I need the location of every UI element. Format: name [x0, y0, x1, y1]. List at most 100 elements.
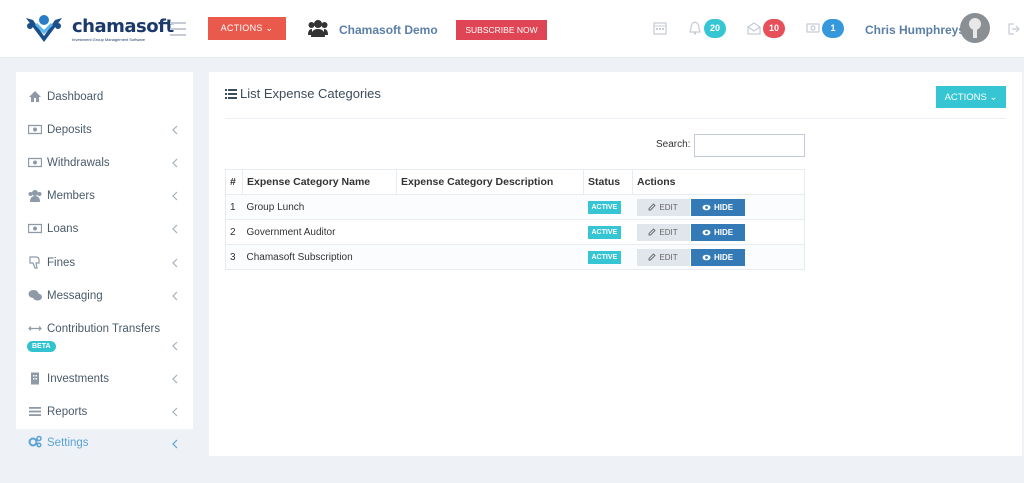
category-name: Group Lunch: [242, 194, 397, 220]
top-navbar: chamasoft Investment Group Management So…: [0, 0, 1024, 58]
chevron-left-icon: [172, 407, 178, 417]
panel-actions-button[interactable]: ACTIONS ⌄: [936, 86, 1006, 108]
edit-label: EDIT: [659, 227, 678, 237]
sidebar-item-label: Contribution Transfers: [47, 323, 161, 335]
eye-icon: [702, 254, 711, 260]
bell-icon[interactable]: [688, 21, 702, 35]
sidebar-item-investments[interactable]: Investments: [16, 363, 193, 396]
sidebar-item-label: Messaging: [47, 290, 103, 302]
table-row: 2 Government Auditor ACTIVE EDIT HIDE: [225, 219, 805, 245]
row-number: 2: [225, 219, 243, 245]
group-name[interactable]: Chamasoft Demo: [339, 23, 438, 37]
sidebar-item-reports[interactable]: Reports: [16, 396, 193, 429]
notifications-badge[interactable]: 20: [704, 19, 727, 38]
table-row: 1 Group Lunch ACTIVE EDIT HIDE: [225, 194, 805, 220]
messages-badge[interactable]: 10: [763, 19, 786, 38]
hide-label: HIDE: [713, 227, 734, 237]
chevron-left-icon: [172, 191, 178, 201]
sidebar-item-deposits[interactable]: Deposits: [16, 114, 193, 147]
chamasoft-logo[interactable]: chamasoft Investment Group Management So…: [22, 12, 174, 46]
logout-icon[interactable]: [1006, 22, 1020, 36]
status-badge: ACTIVE: [587, 250, 622, 264]
hide-label: HIDE: [713, 202, 734, 212]
hide-button[interactable]: HIDE: [690, 198, 745, 216]
sidebar-item-settings[interactable]: Settings: [16, 429, 193, 456]
eye-icon: [702, 204, 711, 210]
sidebar-item-label: Loans: [47, 223, 79, 235]
money-icon[interactable]: [806, 21, 820, 35]
edit-label: EDIT: [659, 202, 678, 212]
chevron-left-icon: [172, 224, 178, 234]
calendar-icon[interactable]: [653, 21, 667, 35]
eye-icon: [702, 229, 711, 235]
search-input[interactable]: [694, 134, 805, 157]
user-name[interactable]: Chris Humphreys: [865, 23, 965, 37]
column-header-description[interactable]: Expense Category Description: [396, 169, 584, 195]
row-number: 3: [225, 244, 243, 270]
pencil-icon: [648, 202, 657, 210]
edit-label: EDIT: [659, 252, 678, 262]
menu-toggle-icon[interactable]: [170, 22, 186, 36]
logo-mark-icon: [26, 15, 62, 42]
sidebar-item-label: Dashboard: [47, 91, 104, 103]
beta-badge: BETA: [27, 341, 56, 352]
logo-name: chamasoft: [72, 16, 174, 37]
money-icon: [28, 223, 42, 234]
status-badge: ACTIVE: [587, 225, 622, 239]
table-header-row: # Expense Category Name Expense Category…: [225, 169, 805, 195]
edit-button[interactable]: EDIT: [636, 198, 690, 216]
envelope-open-icon[interactable]: [747, 21, 761, 35]
sidebar: Dashboard Deposits Withdrawals Members L…: [16, 72, 193, 456]
comments-icon: [28, 290, 42, 301]
chevron-left-icon: [172, 158, 178, 168]
panel-actions-label: ACTIONS: [944, 91, 987, 103]
edit-button[interactable]: EDIT: [636, 223, 690, 241]
user-avatar[interactable]: [960, 13, 990, 43]
search-label: Search:: [656, 139, 691, 150]
sidebar-item-label: Withdrawals: [47, 157, 110, 169]
divider: [225, 118, 1006, 119]
cogs-icon: [28, 435, 42, 448]
sidebar-item-loans[interactable]: Loans: [16, 213, 193, 246]
sidebar-item-withdrawals[interactable]: Withdrawals: [16, 147, 193, 180]
pencil-icon: [648, 252, 657, 260]
chevron-left-icon: [172, 125, 178, 135]
sidebar-item-label: Members: [47, 190, 95, 202]
sidebar-item-label: Reports: [47, 406, 88, 418]
arrows-h-icon: [28, 326, 42, 331]
subscribe-now-button[interactable]: SUBSCRIBE NOW: [456, 20, 547, 40]
chevron-left-icon: [172, 291, 178, 301]
row-number: 1: [225, 194, 243, 220]
status-badge: ACTIVE: [587, 200, 622, 214]
group-users-icon: [308, 20, 328, 37]
expense-categories-table: # Expense Category Name Expense Category…: [225, 169, 805, 270]
category-description: [396, 219, 584, 245]
users-icon: [28, 190, 42, 202]
sidebar-item-messaging[interactable]: Messaging: [16, 280, 193, 313]
money-icon: [28, 124, 42, 135]
category-name: Chamasoft Subscription: [242, 244, 397, 270]
logo-tagline: Investment Group Management Software: [72, 37, 146, 42]
building-icon: [31, 372, 39, 385]
sidebar-item-fines[interactable]: Fines: [16, 247, 193, 280]
hide-button[interactable]: HIDE: [690, 248, 745, 266]
hide-button[interactable]: HIDE: [690, 223, 745, 241]
wallet-badge[interactable]: 1: [822, 19, 844, 38]
sidebar-item-members[interactable]: Members: [16, 180, 193, 213]
sidebar-item-dashboard[interactable]: Dashboard: [16, 81, 193, 114]
column-header-name[interactable]: Expense Category Name: [242, 169, 397, 195]
edit-button[interactable]: EDIT: [636, 248, 690, 266]
header-actions-button[interactable]: ACTIONS ⌄: [208, 17, 286, 40]
sidebar-item-label: Fines: [47, 257, 76, 269]
hide-label: HIDE: [713, 252, 734, 262]
main-panel: List Expense Categories ACTIONS ⌄ Search…: [209, 72, 1022, 456]
sidebar-item-contribution-transfers[interactable]: Contribution Transfers: [16, 313, 193, 361]
sidebar-item-label: Settings: [47, 437, 89, 449]
category-name: Government Auditor: [242, 219, 397, 245]
money-icon: [28, 157, 42, 168]
header-actions-label: ACTIONS: [220, 23, 263, 33]
column-header-number[interactable]: #: [225, 169, 243, 195]
chevron-left-icon: [172, 439, 178, 449]
column-header-status[interactable]: Status: [583, 169, 633, 195]
page-title: List Expense Categories: [240, 86, 381, 101]
